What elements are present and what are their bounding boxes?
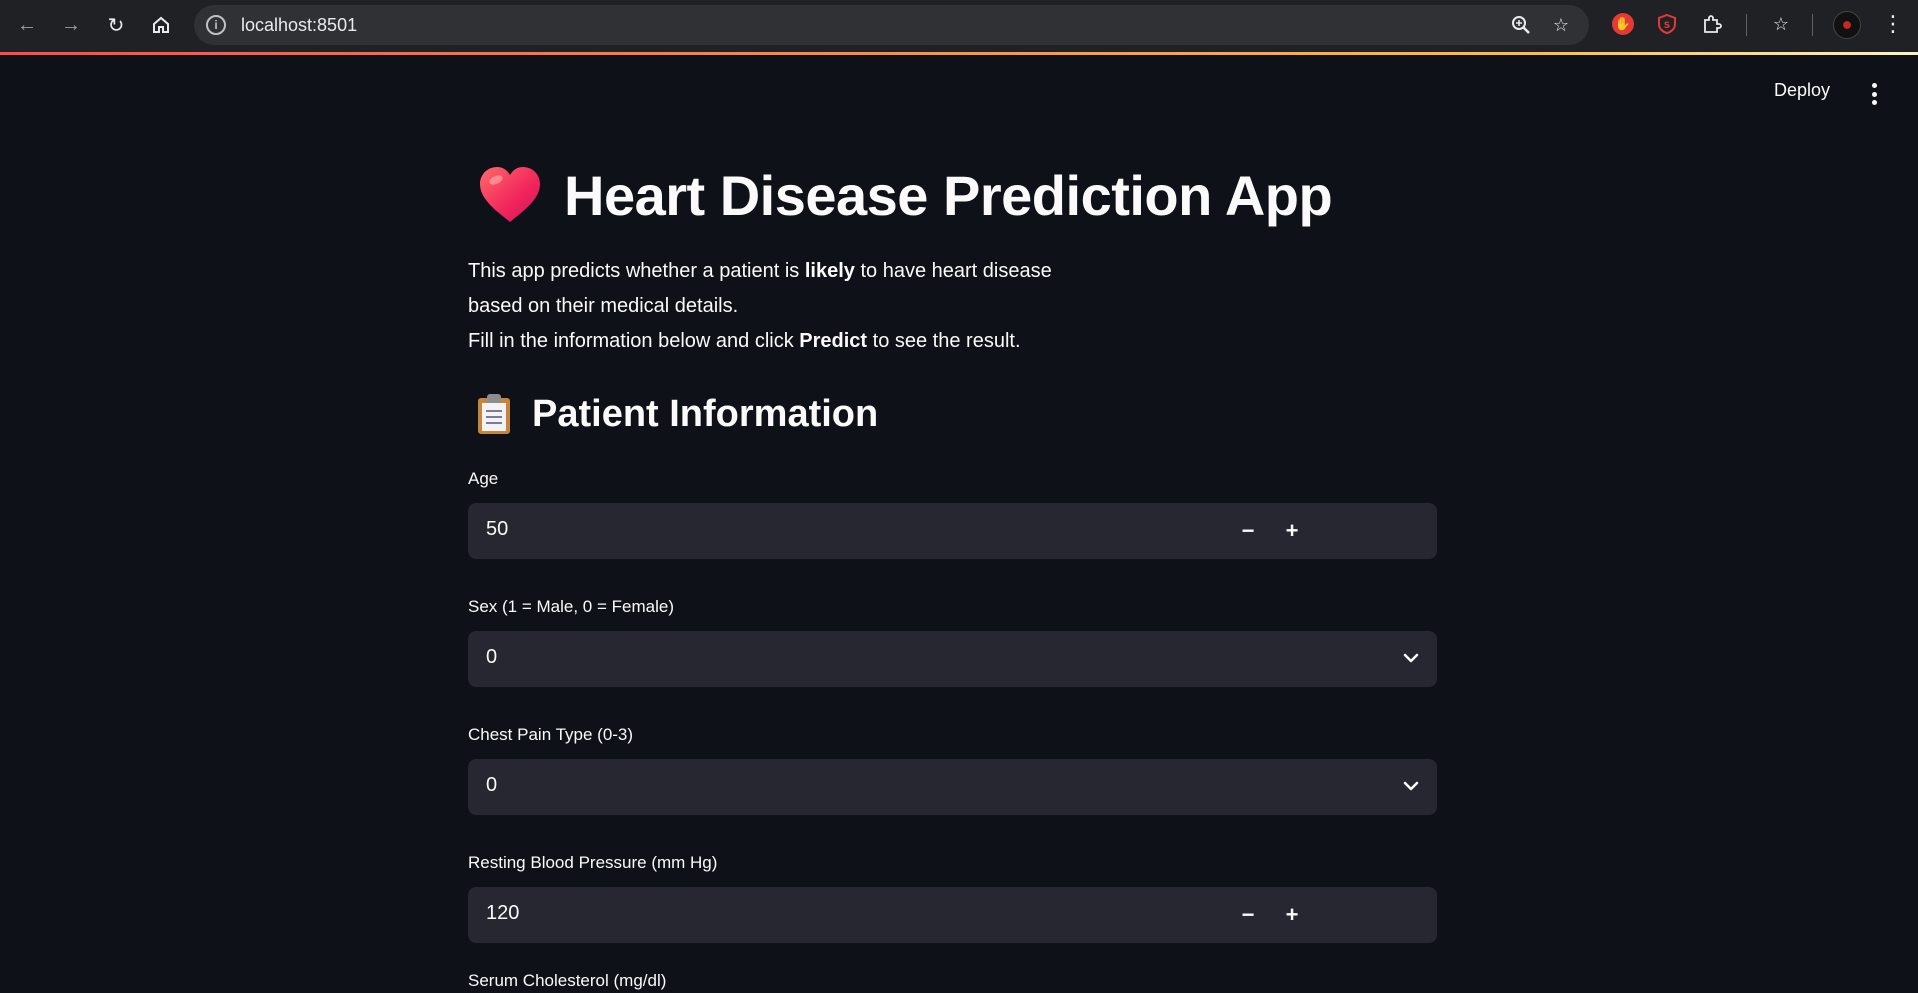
zoom-icon[interactable]	[1510, 14, 1532, 36]
chevron-down-icon[interactable]	[1400, 647, 1422, 669]
section-header: Patient Information	[468, 389, 1437, 439]
select-value: 0	[486, 774, 498, 796]
deploy-button[interactable]: Deploy	[1774, 80, 1830, 101]
field-label: Resting Blood Pressure (mm Hg)	[468, 853, 718, 872]
cholesterol-field: Serum Cholesterol (mg/dl)	[468, 969, 1437, 993]
chest-pain-field: Chest Pain Type (0-3) 0	[468, 723, 1437, 815]
input-value[interactable]: 50	[486, 518, 508, 541]
page-title: Heart Disease Prediction App	[564, 163, 1333, 227]
increment-button[interactable]: +	[1278, 517, 1306, 545]
svg-text:S: S	[1664, 21, 1670, 31]
browser-toolbar: ← → ↻ i localhost:8501 ☆ ✋ S ☆ ⋮	[0, 0, 1918, 54]
description-text: based on their medical details.	[468, 295, 739, 317]
sex-select[interactable]: 0	[468, 631, 1437, 687]
home-icon[interactable]	[148, 12, 174, 38]
description-text: to see the result.	[867, 330, 1021, 352]
forward-arrow-icon[interactable]: →	[58, 12, 84, 38]
address-bar[interactable]: i localhost:8501 ☆	[194, 5, 1589, 45]
decrement-button[interactable]: −	[1234, 517, 1262, 545]
extension-icon[interactable]	[1699, 11, 1725, 37]
description-bold-predict: Predict	[799, 330, 868, 352]
description-text: to have heart disease	[854, 260, 1052, 282]
shield-extension-icon[interactable]: S	[1654, 11, 1680, 37]
loading-bar	[0, 52, 1918, 55]
app-description: This app predicts whether a patient is l…	[468, 254, 1437, 359]
description-bold-likely: likely	[804, 260, 855, 282]
toolbar-separator	[1746, 14, 1747, 36]
field-label: Age	[468, 469, 499, 488]
chevron-down-icon[interactable]	[1400, 775, 1422, 797]
description-text: Fill in the information below and click	[468, 330, 800, 352]
reload-icon[interactable]: ↻	[103, 12, 129, 38]
bookmarks-icon[interactable]: ☆	[1768, 11, 1794, 37]
main-content: Heart Disease Prediction App This app pr…	[468, 150, 1437, 993]
field-label: Chest Pain Type (0-3)	[468, 725, 634, 744]
app-menu-icon[interactable]	[1866, 83, 1882, 105]
section-title: Patient Information	[532, 392, 879, 435]
description-text: This app predicts whether a patient is	[468, 260, 805, 282]
blood-pressure-field: Resting Blood Pressure (mm Hg) 120 − +	[468, 851, 1437, 943]
info-icon[interactable]: i	[206, 15, 226, 35]
browser-menu-icon[interactable]: ⋮	[1880, 11, 1906, 37]
increment-button[interactable]: +	[1278, 901, 1306, 929]
adblock-extension-icon[interactable]: ✋	[1612, 13, 1634, 35]
field-label: Serum Cholesterol (mg/dl)	[468, 971, 667, 990]
blood-pressure-input[interactable]: 120 − +	[468, 887, 1437, 943]
back-arrow-icon[interactable]: ←	[14, 12, 40, 38]
age-input[interactable]: 50 − +	[468, 503, 1437, 559]
decrement-button[interactable]: −	[1234, 901, 1262, 929]
heart-icon	[480, 167, 540, 222]
sex-field: Sex (1 = Male, 0 = Female) 0	[468, 595, 1437, 687]
select-value: 0	[486, 646, 498, 668]
toolbar-separator	[1812, 14, 1813, 36]
url-text[interactable]: localhost:8501	[241, 15, 357, 36]
bookmark-star-icon[interactable]: ☆	[1550, 14, 1572, 36]
field-label: Sex (1 = Male, 0 = Female)	[468, 597, 674, 616]
chest-pain-select[interactable]: 0	[468, 759, 1437, 815]
clipboard-icon	[478, 394, 510, 434]
title-row: Heart Disease Prediction App	[468, 150, 1437, 240]
profile-avatar[interactable]	[1833, 11, 1861, 39]
age-field: Age 50 − +	[468, 467, 1437, 559]
input-value[interactable]: 120	[486, 902, 519, 925]
